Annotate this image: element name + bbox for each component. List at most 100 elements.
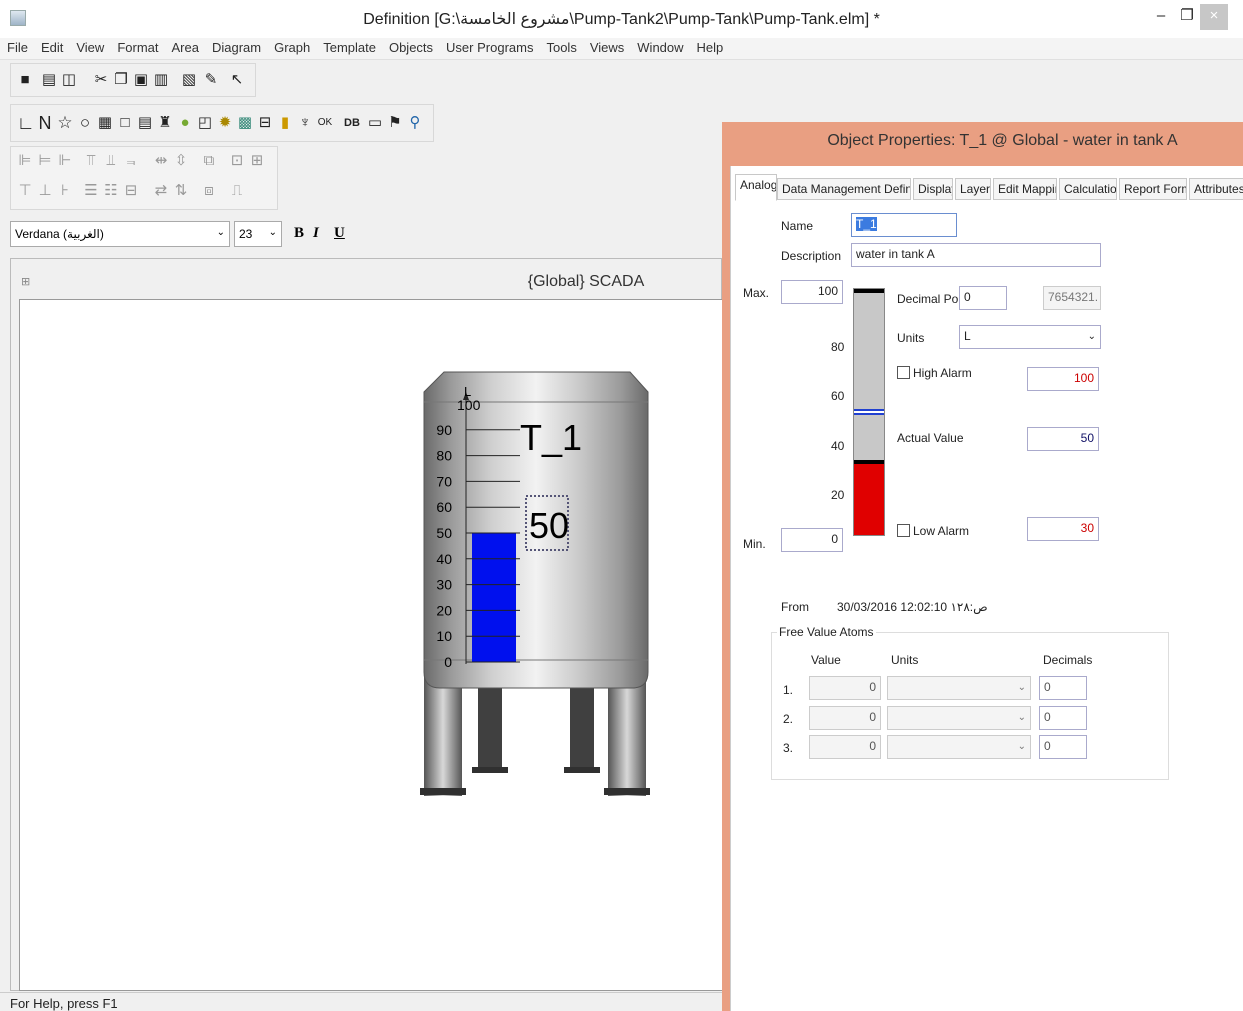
menu-view[interactable]: View (69, 38, 110, 55)
align-middle-icon[interactable]: ⫫ (103, 153, 119, 169)
high-alarm-checkbox[interactable] (897, 366, 910, 379)
text-tool-icon[interactable]: ▤ (137, 115, 153, 131)
battery-tool-icon[interactable]: ▮ (277, 115, 293, 131)
space-h-icon[interactable]: ⇹ (153, 153, 169, 169)
font-size-select[interactable]: 23 ⌄ (234, 221, 282, 247)
flip-v-icon[interactable]: ⇅ (173, 183, 189, 199)
min-field[interactable]: 0 (781, 528, 843, 552)
tab-analog[interactable]: Analog (735, 174, 777, 201)
center-h-icon[interactable]: ☰ (83, 183, 99, 199)
menu-area[interactable]: Area (164, 38, 204, 55)
edit-icon[interactable]: ✎ (203, 72, 219, 88)
copy-icon[interactable]: ❐ (113, 72, 129, 88)
cut-icon[interactable]: ✂ (93, 72, 109, 88)
align-right-icon[interactable]: ⊩ (57, 153, 73, 169)
zoom-tool-icon[interactable]: ⚲ (407, 115, 423, 131)
comment-tool-icon[interactable]: ◰ (197, 115, 213, 131)
save-icon[interactable]: ■ (17, 72, 33, 88)
symbol-tool-icon[interactable]: ♜ (157, 115, 173, 131)
menu-objects[interactable]: Objects (382, 38, 439, 55)
align-bottom-icon[interactable]: ⫬ (123, 153, 139, 169)
decimal-point-field[interactable]: 0 (959, 286, 1007, 310)
flip-h-icon[interactable]: ⇄ (153, 183, 169, 199)
align-left-icon[interactable]: ⊫ (17, 153, 33, 169)
minimize-button[interactable]: – (1147, 4, 1175, 30)
db-tool-icon[interactable]: DB (341, 115, 363, 131)
row-1-units-select[interactable]: ⌄ (887, 676, 1031, 700)
send-back-icon[interactable]: ⧈ (201, 183, 217, 199)
maximize-button[interactable]: ❐ (1173, 4, 1201, 30)
ellipse-tool-icon[interactable]: ○ (77, 114, 93, 131)
rectangle-tool-icon[interactable]: □ (117, 115, 133, 131)
star-tool-icon[interactable]: ☆ (57, 114, 73, 131)
pin-tool-icon[interactable]: ⚑ (387, 115, 403, 131)
gauge-actual-marker[interactable] (854, 409, 884, 415)
help-pointer-icon[interactable]: ↖ (229, 72, 245, 88)
low-alarm-field[interactable]: 30 (1027, 517, 1099, 541)
paste-icon[interactable]: ▣ (133, 72, 149, 88)
scada-canvas[interactable]: 90 80 70 60 50 40 30 20 10 0 100 L T_1 50 (19, 299, 723, 991)
trend-tool-icon[interactable]: ▩ (237, 115, 253, 131)
grid-tool-icon[interactable]: ▦ (97, 115, 113, 131)
center-both-icon[interactable]: ⊟ (123, 183, 139, 199)
name-field[interactable]: T_1 (851, 213, 957, 237)
row-2-decimals[interactable]: 0 (1039, 706, 1087, 730)
menu-user-programs[interactable]: User Programs (439, 38, 539, 55)
menu-tools[interactable]: Tools (539, 38, 582, 55)
underline-button[interactable]: U (334, 225, 345, 242)
menu-help[interactable]: Help (690, 38, 730, 55)
menu-graph[interactable]: Graph (267, 38, 316, 55)
properties-icon[interactable]: ▧ (181, 72, 197, 88)
row-2-units-select[interactable]: ⌄ (887, 706, 1031, 730)
tab-edit-mapping[interactable]: Edit Mapping (993, 178, 1057, 200)
line-tool-icon[interactable]: ∟ (17, 114, 35, 132)
print-icon[interactable]: ▤ (41, 72, 57, 88)
same-height-icon[interactable]: ⊥ (37, 183, 53, 199)
units-select[interactable]: L ⌄ (959, 325, 1101, 349)
menu-window[interactable]: Window (630, 38, 689, 55)
polyline-tool-icon[interactable]: N (37, 114, 53, 132)
row-1-decimals[interactable]: 0 (1039, 676, 1087, 700)
activex-tool-icon[interactable]: ● (177, 115, 193, 131)
row-1-value[interactable]: 0 (809, 676, 881, 700)
ok-button-tool-icon[interactable]: OK (317, 115, 333, 131)
menu-views[interactable]: Views (583, 38, 630, 55)
group-icon[interactable]: ⊡ (229, 153, 245, 169)
menu-template[interactable]: Template (316, 38, 382, 55)
high-alarm-field[interactable]: 100 (1027, 367, 1099, 391)
bring-front-icon[interactable]: ⧉ (201, 153, 217, 169)
tab-attributes[interactable]: Attributes (1189, 178, 1243, 200)
tab-report-format[interactable]: Report Format (1119, 178, 1187, 200)
italic-button[interactable]: I (313, 225, 319, 242)
gear-tool-icon[interactable]: ✹ (217, 115, 233, 131)
row-3-value[interactable]: 0 (809, 735, 881, 759)
space-v-icon[interactable]: ⇳ (173, 153, 189, 169)
low-alarm-checkbox[interactable] (897, 524, 910, 537)
tab-display[interactable]: Display (913, 178, 953, 200)
menu-file[interactable]: File (0, 38, 34, 55)
menu-format[interactable]: Format (110, 38, 164, 55)
ungroup-icon[interactable]: ⊞ (249, 153, 265, 169)
calendar-tool-icon[interactable]: ▭ (367, 115, 383, 131)
max-field[interactable]: 100 (781, 280, 843, 304)
print-preview-icon[interactable]: ◫ (61, 72, 77, 88)
valve-tool-icon[interactable]: ♆ (297, 115, 313, 131)
tab-layers[interactable]: Layers (955, 178, 991, 200)
row-3-units-select[interactable]: ⌄ (887, 735, 1031, 759)
lock-icon[interactable]: ⎍ (229, 183, 245, 199)
align-top-icon[interactable]: ⫪ (83, 153, 99, 169)
table-tool-icon[interactable]: ⊟ (257, 115, 273, 131)
same-size-icon[interactable]: ⊦ (57, 183, 73, 199)
row-2-value[interactable]: 0 (809, 706, 881, 730)
level-gauge[interactable] (853, 288, 885, 536)
font-family-select[interactable]: Verdana (الغربية) ⌄ (10, 221, 230, 247)
center-v-icon[interactable]: ☷ (103, 183, 119, 199)
close-button[interactable]: × (1200, 4, 1228, 30)
row-3-decimals[interactable]: 0 (1039, 735, 1087, 759)
align-center-icon[interactable]: ⊨ (37, 153, 53, 169)
tab-data-management[interactable]: Data Management Definitions (777, 178, 911, 200)
actual-value-field[interactable]: 50 (1027, 427, 1099, 451)
bold-button[interactable]: B (294, 225, 304, 242)
paste-special-icon[interactable]: ▥ (153, 72, 169, 88)
tab-calculation[interactable]: Calculation (1059, 178, 1117, 200)
